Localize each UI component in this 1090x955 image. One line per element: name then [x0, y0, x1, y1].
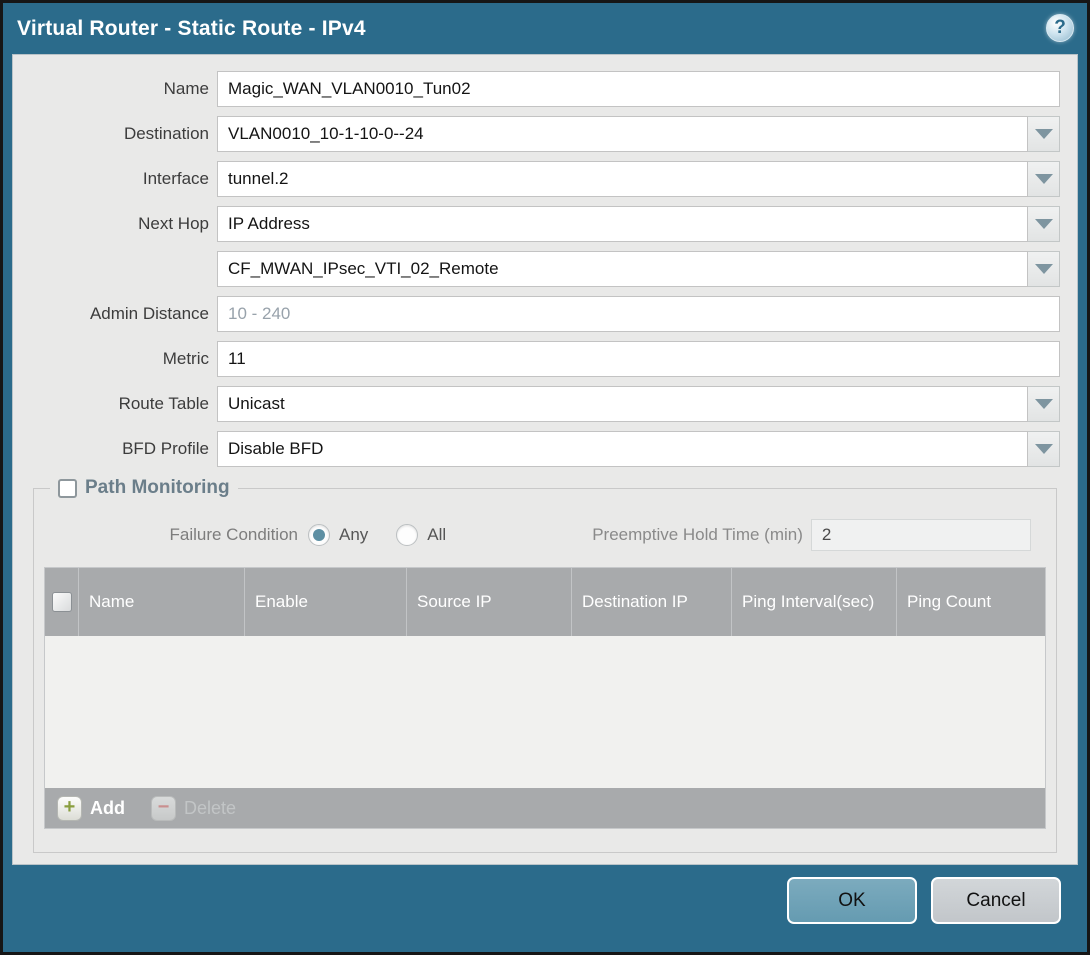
failure-condition-label: Failure Condition [44, 525, 298, 545]
preemptive-hold-time-label: Preemptive Hold Time (min) [592, 525, 803, 545]
chevron-down-icon [1035, 174, 1053, 184]
dialog-titlebar: Virtual Router - Static Route - IPv4 ? [3, 3, 1087, 54]
add-plus-icon: + [57, 796, 82, 821]
path-monitoring-section: Path Monitoring Failure Condition Any Al… [33, 477, 1057, 853]
delete-minus-icon: − [151, 796, 176, 821]
dialog-footer: OK Cancel [3, 865, 1087, 952]
select-all-checkbox[interactable] [52, 592, 72, 612]
bfd-profile-label: BFD Profile [13, 439, 209, 459]
form-row-next-hop-address [13, 251, 1060, 287]
path-monitoring-checkbox[interactable] [58, 479, 77, 498]
destination-label: Destination [13, 124, 209, 144]
destination-dropdown-button[interactable] [1028, 116, 1060, 152]
help-icon[interactable]: ? [1046, 14, 1074, 42]
next-hop-type-input[interactable] [217, 206, 1028, 242]
add-button[interactable]: + Add [57, 796, 125, 821]
preemptive-hold-time-input[interactable] [811, 519, 1031, 551]
cancel-button[interactable]: Cancel [931, 877, 1061, 924]
path-monitoring-label: Path Monitoring [85, 477, 230, 499]
failure-condition-all-option[interactable]: All [396, 524, 446, 546]
interface-label: Interface [13, 169, 209, 189]
dialog-content: Name Destination Interface [12, 54, 1078, 865]
admin-distance-label: Admin Distance [13, 304, 209, 324]
destination-input[interactable] [217, 116, 1028, 152]
delete-button[interactable]: − Delete [151, 796, 236, 821]
bfd-profile-input[interactable] [217, 431, 1028, 467]
delete-button-label: Delete [184, 798, 236, 819]
path-monitoring-table: Name Enable Source IP Destination IP Pin… [44, 567, 1046, 829]
form-row-name: Name [13, 71, 1060, 107]
next-hop-label: Next Hop [13, 214, 209, 234]
route-table-label: Route Table [13, 394, 209, 414]
select-all-column [45, 568, 79, 636]
ok-button[interactable]: OK [787, 877, 917, 924]
chevron-down-icon [1035, 129, 1053, 139]
form-row-interface: Interface [13, 161, 1060, 197]
table-header-row: Name Enable Source IP Destination IP Pin… [45, 568, 1045, 636]
add-button-label: Add [90, 798, 125, 819]
metric-label: Metric [13, 349, 209, 369]
route-table-input[interactable] [217, 386, 1028, 422]
metric-input[interactable] [217, 341, 1060, 377]
radio-all-label: All [427, 525, 446, 545]
path-monitoring-legend: Path Monitoring [50, 477, 238, 499]
admin-distance-input[interactable] [217, 296, 1060, 332]
form-row-admin-distance: Admin Distance [13, 296, 1060, 332]
chevron-down-icon [1035, 264, 1053, 274]
bfd-profile-dropdown-button[interactable] [1028, 431, 1060, 467]
chevron-down-icon [1035, 219, 1053, 229]
interface-dropdown-button[interactable] [1028, 161, 1060, 197]
column-header-ping-count[interactable]: Ping Count [897, 568, 1045, 636]
table-toolbar: + Add − Delete [45, 788, 1045, 828]
column-header-name[interactable]: Name [79, 568, 245, 636]
failure-condition-row: Failure Condition Any All Preemptive Hol… [44, 519, 1046, 551]
name-input[interactable] [217, 71, 1060, 107]
next-hop-address-input[interactable] [217, 251, 1028, 287]
chevron-down-icon [1035, 444, 1053, 454]
chevron-down-icon [1035, 399, 1053, 409]
column-header-ping-interval[interactable]: Ping Interval(sec) [732, 568, 897, 636]
failure-condition-any-option[interactable]: Any [308, 524, 368, 546]
column-header-source-ip[interactable]: Source IP [407, 568, 572, 636]
interface-input[interactable] [217, 161, 1028, 197]
form-row-route-table: Route Table [13, 386, 1060, 422]
radio-any[interactable] [308, 524, 330, 546]
dialog-title: Virtual Router - Static Route - IPv4 [17, 17, 366, 41]
radio-any-label: Any [339, 525, 368, 545]
radio-dot [313, 529, 325, 541]
next-hop-address-dropdown-button[interactable] [1028, 251, 1060, 287]
form-row-next-hop: Next Hop [13, 206, 1060, 242]
form-row-destination: Destination [13, 116, 1060, 152]
name-label: Name [13, 79, 209, 99]
static-route-dialog: Virtual Router - Static Route - IPv4 ? N… [0, 0, 1090, 955]
route-table-dropdown-button[interactable] [1028, 386, 1060, 422]
next-hop-type-dropdown-button[interactable] [1028, 206, 1060, 242]
column-header-enable[interactable]: Enable [245, 568, 407, 636]
table-body-empty [45, 636, 1045, 788]
column-header-destination-ip[interactable]: Destination IP [572, 568, 732, 636]
form-row-metric: Metric [13, 341, 1060, 377]
radio-all[interactable] [396, 524, 418, 546]
form-row-bfd-profile: BFD Profile [13, 431, 1060, 467]
